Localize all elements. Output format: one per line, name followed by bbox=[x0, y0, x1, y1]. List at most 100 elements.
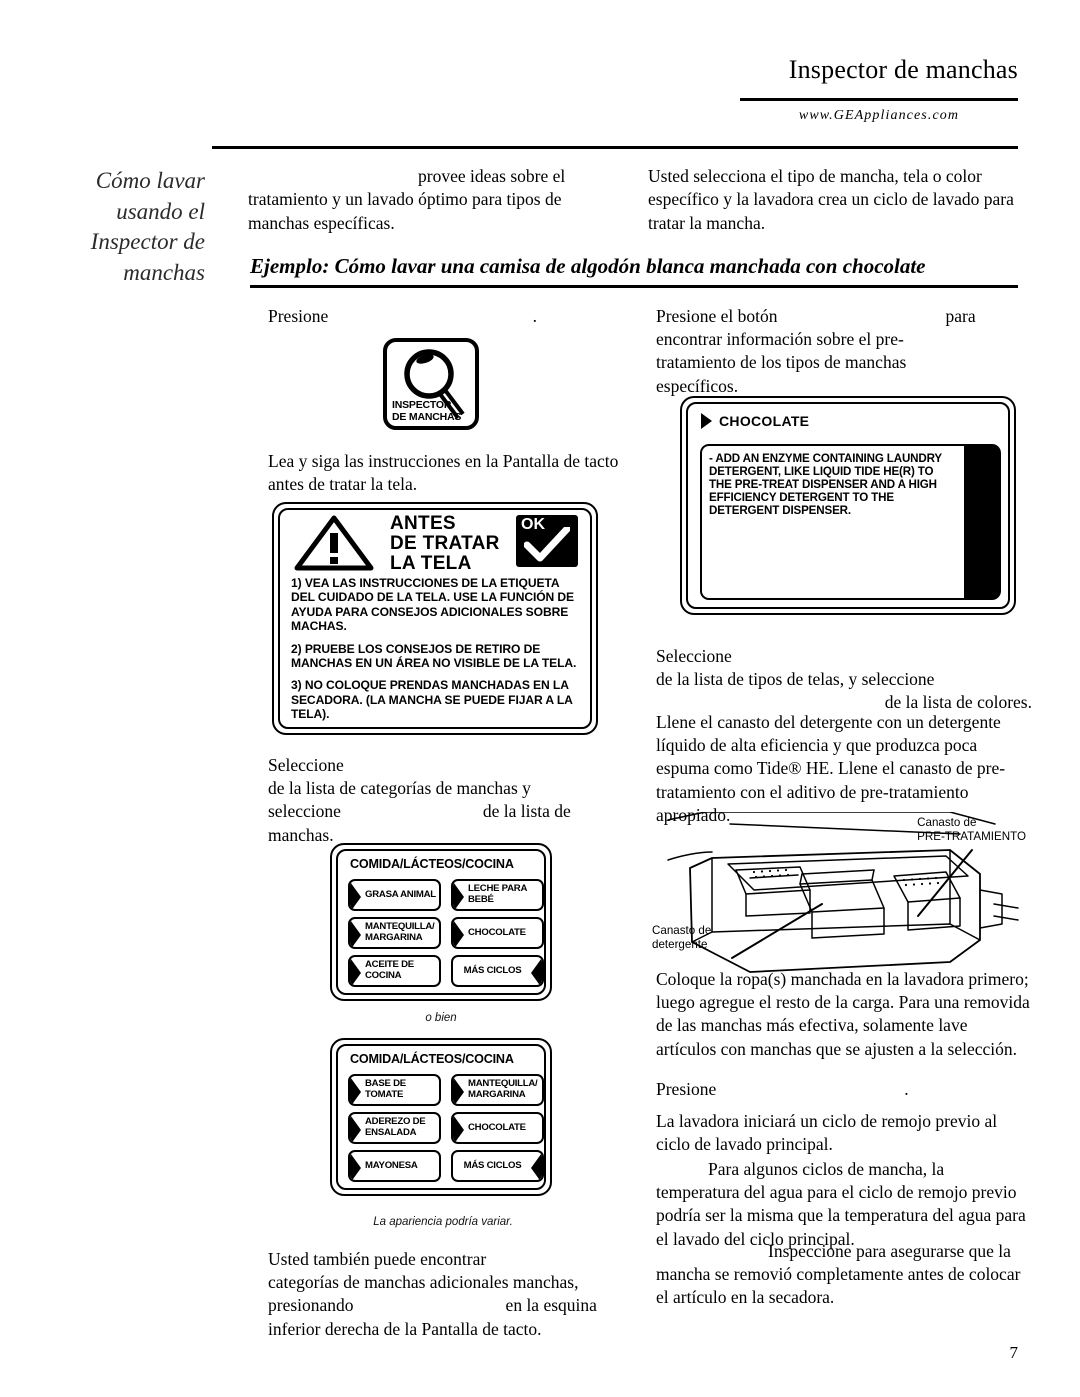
checkmark-icon bbox=[524, 527, 570, 562]
right-step-5: Presione . bbox=[656, 1078, 1032, 1101]
chocolate-heading-label: CHOCOLATE bbox=[719, 413, 810, 429]
right-step-2: Seleccione de la lista de tipos de telas… bbox=[656, 645, 1032, 715]
menu-button-mas-ciclos[interactable]: MÁS CICLOS bbox=[451, 955, 544, 987]
left-step-3: Seleccione de la lista de categorías de … bbox=[268, 754, 632, 847]
chocolate-panel-heading: CHOCOLATE bbox=[701, 413, 809, 429]
right-step-1-e: específicos. bbox=[656, 375, 739, 396]
det-label-line1: Canasto de bbox=[652, 924, 712, 937]
page-title: Inspector de manchas bbox=[788, 55, 1018, 84]
det-label-line2: detergente bbox=[652, 938, 708, 952]
antes-panel-title: ANTES DE TRATAR LA TELA bbox=[390, 514, 500, 574]
inspector-label-line1: INSPECTOR bbox=[392, 398, 452, 411]
antes-de-tratar-panel: ANTES DE TRATAR LA TELA OK 1) VEA LAS IN… bbox=[272, 502, 598, 735]
menu-button-mayonesa[interactable]: MAYONESA bbox=[348, 1150, 441, 1182]
menu-button-label: MANTEQUILLA/ MARGARINA bbox=[468, 1078, 538, 1100]
left-step-4-c: presionando bbox=[268, 1295, 354, 1316]
right-step-5-a: Presione bbox=[656, 1079, 717, 1099]
left-step-4: Usted también puede encontrar categorías… bbox=[268, 1248, 632, 1341]
right-step-1-a: Presione el botón bbox=[656, 306, 778, 326]
menu-button-label: ADEREZO DE ENSALADA bbox=[365, 1116, 426, 1138]
intro-paragraph-right: Usted selecciona el tipo de mancha, tela… bbox=[648, 166, 1014, 233]
right-step-2-c: de la lista de colores. bbox=[884, 692, 1032, 713]
example-divider bbox=[250, 285, 1018, 288]
warning-triangle-icon bbox=[294, 515, 374, 571]
antes-title-line2: DE TRATAR bbox=[390, 532, 500, 554]
menu-button-leche-para-bebe[interactable]: LECHE PARA BEBÉ bbox=[451, 879, 544, 911]
menu-button-aceite-de-cocina[interactable]: ACEITE DE COCINA bbox=[348, 955, 441, 987]
menu-button-chocolate-2[interactable]: CHOCOLATE bbox=[451, 1112, 544, 1144]
menu-2-title: COMIDA/LÁCTEOS/COCINA bbox=[350, 1052, 514, 1066]
right-step-1-b: para bbox=[945, 306, 976, 326]
left-step-4-a: Usted también puede encontrar bbox=[268, 1249, 487, 1269]
left-step-3-a: Seleccione bbox=[268, 755, 344, 775]
left-step-1-text: Presione bbox=[268, 306, 329, 326]
menu-button-label: MAYONESA bbox=[365, 1159, 418, 1171]
left-step-1: Presione . bbox=[268, 305, 632, 328]
website-url: www.GEAppliances.com bbox=[798, 108, 960, 123]
bold-term-placeholder bbox=[716, 1078, 904, 1101]
menu-button-aderezo-de-ensalada[interactable]: ADEREZO DE ENSALADA bbox=[348, 1112, 441, 1144]
menu-button-mantequilla-margarina-2[interactable]: MANTEQUILLA/ MARGARINA bbox=[451, 1074, 544, 1106]
menu-button-chocolate[interactable]: CHOCOLATE bbox=[451, 917, 544, 949]
menu-2-button-grid: BASE DE TOMATE MANTEQUILLA/ MARGARINA AD… bbox=[348, 1074, 544, 1182]
right-step-7: Para algunos ciclos de mancha, la temper… bbox=[656, 1159, 1026, 1249]
left-step-1-period: . bbox=[532, 306, 538, 326]
antes-instruction-list: 1) VEA LAS INSTRUCCIONES DE LA ETIQUETA … bbox=[291, 576, 582, 727]
right-step-2-a: Seleccione bbox=[656, 646, 732, 666]
left-step-4-e: inferior derecha de la Pantalla de tacto… bbox=[268, 1318, 542, 1339]
antes-item: 1) VEA LAS INSTRUCCIONES DE LA ETIQUETA … bbox=[291, 576, 575, 634]
antes-title-line3: LA TELA bbox=[390, 552, 472, 574]
menu-button-grasa-animal[interactable]: GRASA ANIMAL bbox=[348, 879, 441, 911]
menu-button-label: GRASA ANIMAL bbox=[365, 888, 436, 900]
page-number: 7 bbox=[1009, 1343, 1019, 1362]
right-step-3: Llene el canasto del detergente con un d… bbox=[656, 712, 1006, 825]
left-step-3-d: de la lista de bbox=[482, 801, 571, 822]
left-step-3-b: de la lista de categorías de manchas y bbox=[268, 778, 531, 799]
example-heading: Ejemplo: Cómo lavar una camisa de algodó… bbox=[250, 254, 926, 278]
menu-button-label: CHOCOLATE bbox=[468, 926, 526, 938]
chocolate-instructions-text: - ADD AN ENZYME CONTAINING LAUNDRY DETER… bbox=[700, 444, 964, 600]
right-step-5-b: . bbox=[904, 1079, 909, 1099]
left-step-3-c: seleccione bbox=[268, 801, 341, 822]
right-step-4: Coloque la ropa(s) manchada en la lavado… bbox=[656, 969, 1030, 1059]
menu-button-mas-ciclos-2[interactable]: MÁS CICLOS bbox=[451, 1150, 544, 1182]
left-step-2: Lea y siga las instrucciones en la Panta… bbox=[268, 451, 619, 495]
right-step-1: Presione el botón para encontrar informa… bbox=[656, 305, 1032, 398]
inspector-button-label: INSPECTOR DE MANCHAS bbox=[392, 399, 461, 423]
or-caption: o bien bbox=[425, 1012, 457, 1024]
inspector-de-manchas-button[interactable]: INSPECTOR DE MANCHAS bbox=[383, 338, 479, 430]
chocolate-scrollbar[interactable] bbox=[964, 444, 1001, 600]
right-step-8: Inspeccione para asegurarse que la manch… bbox=[656, 1241, 1021, 1308]
section-side-title: Cómo lavar usando el Inspector de mancha… bbox=[90, 168, 205, 285]
menu-button-label: BASE DE TOMATE bbox=[365, 1078, 406, 1100]
right-step-1-c: encontrar información sobre el pre- bbox=[656, 329, 904, 350]
antes-title-line1: ANTES bbox=[390, 513, 456, 534]
menu-button-mantequilla-margarina[interactable]: MANTEQUILLA/ MARGARINA bbox=[348, 917, 441, 949]
header-divider bbox=[740, 98, 1018, 101]
bold-term-placeholder bbox=[248, 165, 418, 188]
page-header: Inspector de manchas www.GEAppliances.co… bbox=[0, 0, 1080, 150]
antes-panel-header: ANTES DE TRATAR LA TELA OK bbox=[280, 510, 590, 574]
menu-1-title: COMIDA/LÁCTEOS/COCINA bbox=[350, 857, 514, 871]
menu-button-label: CHOCOLATE bbox=[468, 1121, 526, 1133]
right-step-2-b: de la lista de tipos de telas, y selecci… bbox=[656, 669, 935, 690]
inspector-label-line2: DE MANCHAS bbox=[392, 410, 462, 423]
right-step-6: La lavadora iniciará un ciclo de remojo … bbox=[656, 1111, 998, 1155]
menu-button-label: MANTEQUILLA/ MARGARINA bbox=[365, 921, 435, 943]
chocolate-info-panel: CHOCOLATE - ADD AN ENZYME CONTAINING LAU… bbox=[680, 396, 1016, 615]
triangle-right-icon bbox=[701, 413, 712, 429]
menu-button-label: ACEITE DE COCINA bbox=[365, 959, 414, 981]
stain-category-menu-1: COMIDA/LÁCTEOS/COCINA GRASA ANIMAL LECHE… bbox=[330, 843, 552, 1001]
menu-button-label: MÁS CICLOS bbox=[463, 964, 522, 976]
intro-paragraph-left: provee ideas sobre el tratamiento y un l… bbox=[248, 165, 610, 235]
menu-button-label: LECHE PARA BEBÉ bbox=[468, 883, 527, 905]
antes-item: 3) NO COLOQUE PRENDAS MANCHADAS EN LA SE… bbox=[291, 678, 573, 722]
menu-button-base-de-tomate[interactable]: BASE DE TOMATE bbox=[348, 1074, 441, 1106]
bold-term-placeholder bbox=[341, 800, 483, 823]
bold-term-placeholder bbox=[354, 1294, 506, 1317]
detergent-dispenser-illustration: Canasto de PRE-TRATAMIENTO Canasto de de… bbox=[650, 811, 1028, 984]
variation-caption: La apariencia podría variar. bbox=[373, 1216, 513, 1228]
left-step-4-d: en la esquina bbox=[505, 1295, 597, 1316]
pre-label-line1: Canasto de bbox=[917, 816, 977, 829]
stain-category-menu-2: COMIDA/LÁCTEOS/COCINA BASE DE TOMATE MAN… bbox=[330, 1038, 552, 1196]
